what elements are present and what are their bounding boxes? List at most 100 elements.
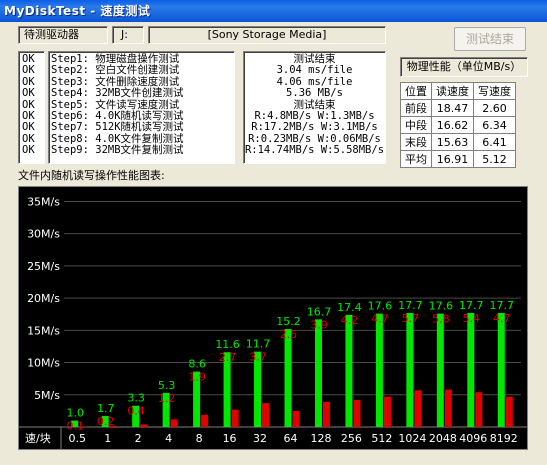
chart-data-label-write: 1.9 — [188, 371, 206, 384]
chart-bar-write — [322, 401, 330, 427]
perf-cell-read: 15.63 — [431, 133, 474, 151]
chart-data-label-write: 3.7 — [249, 351, 267, 364]
perf-header-row: 位置 读速度 写速度 — [400, 82, 516, 100]
perf-row: 前段 18.47 2.60 — [400, 99, 516, 117]
status-column: OK OK OK OK OK OK OK OK OK — [22, 53, 35, 157]
chart-data-label-read: 17.4 — [337, 301, 362, 314]
chart-ytick-label: 15M/s — [27, 324, 60, 337]
chart-ytick-label: 10M/s — [27, 357, 60, 370]
chart-data-label-read: 1.7 — [97, 402, 115, 415]
chart-xtick-label: 0.5 — [68, 432, 86, 445]
drive-letter: J: — [121, 28, 128, 41]
chart-data-label-read: 8.6 — [188, 358, 206, 371]
chart-bar-write — [383, 396, 391, 427]
chart-ytick-label: 20M/s — [27, 292, 60, 305]
chart-data-label-read: 3.3 — [127, 392, 145, 405]
perf-cell-pos: 末段 — [400, 133, 432, 151]
chart-data-label-write: 1.2 — [158, 392, 176, 405]
chart-xtick-label: 1 — [104, 432, 111, 445]
chart-xtick-label: 256 — [341, 432, 362, 445]
chart-xtick-label: 2 — [135, 432, 142, 445]
perf-header-cell: 写速度 — [473, 82, 516, 100]
chart-data-label-write: 0.1 — [66, 420, 84, 433]
chart-ytick-label: 25M/s — [27, 260, 60, 273]
steps-column: Step1: 物理磁盘操作测试 Step2: 空白文件创建测试 Step3: 文件删… — [51, 53, 184, 157]
chart-bar-write — [475, 392, 483, 427]
drive-name: [Sony Storage Media] — [207, 28, 327, 41]
end-test-button[interactable]: 测试结束 — [454, 27, 526, 51]
chart-data-label-read: 17.7 — [398, 299, 423, 312]
chart-bar-read — [314, 319, 322, 427]
perf-row: 末段 15.63 6.41 — [400, 133, 516, 151]
step-result: 5.36 MB/s — [286, 87, 343, 100]
step-name: Step4: 32MB文件创建测试 — [51, 87, 184, 100]
chart-svg: 5M/s 10M/s 15M/s 20M/s 25M/s 30M/s 35M/s 速/块 1.0… — [19, 195, 527, 449]
chart-data-label-read: 17.6 — [368, 300, 393, 313]
chart-xtick-label: 8 — [196, 432, 203, 445]
chart-data-label-read: 5.3 — [158, 379, 176, 392]
perf-cell-pos: 平均 — [400, 150, 432, 168]
chart-bar-write — [292, 410, 300, 427]
chart-bar-read — [284, 329, 292, 427]
chart-xtick-label: 512 — [371, 432, 392, 445]
perf-cell-write: 6.34 — [473, 116, 516, 134]
chart-bar-write — [170, 419, 178, 427]
chart-bar-write — [140, 424, 148, 427]
perf-row: 平均 16.91 5.12 — [400, 150, 516, 168]
perf-cell-pos: 前段 — [400, 99, 432, 117]
chart-data-label-write: 4.7 — [493, 312, 511, 325]
drive-letter-field — [112, 26, 144, 44]
perf-cell-write: 2.60 — [473, 99, 516, 117]
chart-xtick-label: 16 — [223, 432, 237, 445]
chart-data-label-read: 17.7 — [459, 299, 484, 312]
chart-data-label-write: 2.7 — [219, 351, 237, 364]
chart-data-label-write: 0.2 — [97, 415, 115, 428]
chart-xtick-label: 1024 — [398, 432, 426, 445]
chart-data-label-write: 5.7 — [402, 312, 420, 325]
perf-table: 位置 读速度 写速度 前段 18.47 2.60 中段 16.62 6.34 末段 15.63 6.4… — [400, 82, 516, 168]
perf-cell-pos: 中段 — [400, 116, 432, 134]
chart-xtick-label: 64 — [284, 432, 298, 445]
chart-data-label-read: 11.7 — [246, 338, 271, 351]
perf-header-cell: 位置 — [400, 82, 432, 100]
chart-bar-write — [231, 409, 239, 427]
chart-data-label-read: 17.6 — [429, 300, 454, 313]
chart-data-label-write: 5.4 — [463, 312, 481, 325]
chart-ytick-label: 30M/s — [27, 228, 60, 241]
step-name: Step9: 32MB文件复制测试 — [51, 144, 184, 157]
perf-cell-write: 5.12 — [473, 150, 516, 168]
chart-bar-write — [353, 399, 361, 427]
chart-bar-read — [345, 314, 353, 427]
chart-data-label-read: 11.6 — [215, 338, 240, 351]
perf-row: 中段 16.62 6.34 — [400, 116, 516, 134]
chart-data-label-write: 4.2 — [341, 314, 359, 327]
chart-bar-write — [505, 396, 513, 427]
perf-cell-read: 16.91 — [431, 150, 474, 168]
chart-bar-write — [201, 414, 209, 427]
random-rw-chart: 5M/s 10M/s 15M/s 20M/s 25M/s 30M/s 35M/s 速/块 1.0… — [18, 186, 528, 450]
drive-label: 待测驱动器 — [24, 28, 79, 41]
perf-title: 物理性能（单位MB/s） — [406, 60, 522, 73]
chart-bar-write — [414, 390, 422, 427]
chart-data-label-write: 4.7 — [371, 313, 389, 326]
results-column: 测试结束 3.04 ms/file 4.06 ms/file 5.36 MB/s 测试结… — [243, 53, 386, 157]
chart-bar-write — [262, 403, 270, 427]
chart-label: 文件内随机读写操作性能图表: — [18, 169, 165, 182]
chart-data-label-write: 2.5 — [280, 328, 298, 341]
chart-bar-read — [406, 312, 414, 427]
perf-cell-write: 6.41 — [473, 133, 516, 151]
chart-xtick-label: 128 — [310, 432, 331, 445]
chart-xtick-label: 4 — [165, 432, 172, 445]
step-result: R:14.74MB/s W:5.58MB/s — [244, 144, 385, 157]
chart-bar-read — [375, 313, 383, 427]
chart-xtick-label: 2048 — [429, 432, 457, 445]
perf-cell-read: 18.47 — [431, 99, 474, 117]
chart-data-label-read: 17.7 — [490, 299, 515, 312]
window-title: MyDiskTest - 速度测试 — [0, 0, 547, 22]
step-status: OK — [22, 144, 35, 157]
chart-bar-read — [497, 312, 505, 427]
chart-data-label-read: 1.0 — [66, 407, 84, 420]
chart-ytick-label: 35M/s — [27, 195, 60, 208]
chart-data-label-read: 15.2 — [276, 315, 301, 328]
step-status: OK — [22, 87, 35, 100]
